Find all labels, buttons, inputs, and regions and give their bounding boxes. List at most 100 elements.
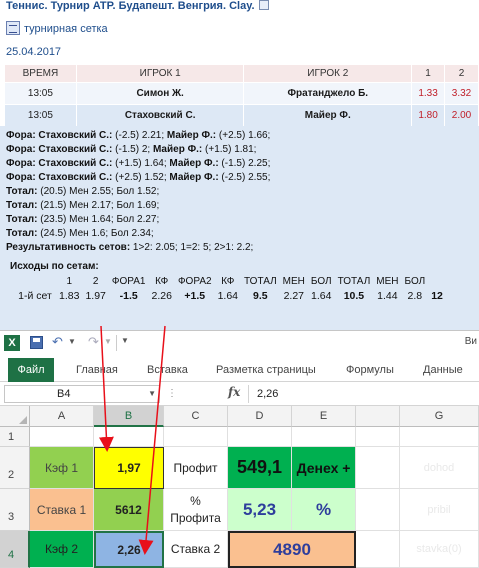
cell-b3[interactable]: 5612 — [94, 489, 164, 531]
undo-dropdown-icon[interactable]: ▼ — [68, 337, 76, 346]
sets-header: КФ — [155, 276, 169, 287]
bet-line: Результативность сетов: 1>2: 2.05; 1=2: … — [6, 241, 479, 255]
sets-cell: 9.5 — [253, 290, 268, 302]
select-all-corner[interactable] — [0, 406, 30, 427]
bet-value: (23.5) Мен 1.64; Бол 2.27; — [37, 214, 160, 225]
sets-cell[interactable]: 2.26 — [149, 289, 175, 303]
sets-cell[interactable]: 1.44 — [373, 289, 401, 303]
cell-e2[interactable]: Денех + — [292, 447, 356, 489]
save-icon[interactable] — [30, 336, 43, 349]
cell-c1[interactable] — [164, 427, 228, 447]
cell-g3[interactable]: pribil — [400, 489, 479, 531]
undo-icon[interactable]: ↶ — [52, 334, 63, 350]
ribbon-tabs: Файл Главная Вставка Разметка страницы Ф… — [0, 354, 479, 382]
row-header-4[interactable]: 4 — [0, 531, 30, 568]
match-odd2[interactable]: 3.32 — [444, 82, 479, 105]
bet-label: Майер Ф.: — [166, 130, 217, 141]
cell-g1[interactable] — [400, 427, 479, 447]
sets-table: 1 2 ФОРА1 КФ ФОРА2 КФ ТОТАЛ МЕН БОЛ ТОТА… — [14, 275, 446, 303]
excel-app-icon[interactable]: X — [4, 335, 20, 351]
row-header-1[interactable]: 1 — [0, 427, 30, 447]
column-header-f[interactable] — [356, 406, 400, 427]
match-row[interactable]: 13:05 Симон Ж. Фратанджело Б. 1.33 3.32 — [4, 82, 479, 105]
cell-f1[interactable] — [356, 427, 400, 447]
match-player2[interactable]: Фратанджело Б. — [243, 82, 413, 105]
sets-header: КФ — [221, 276, 235, 287]
column-header-a[interactable]: A — [30, 406, 94, 427]
column-header-c[interactable]: C — [164, 406, 228, 427]
redo-dropdown-icon[interactable]: ▼ — [104, 337, 112, 346]
external-link-icon[interactable] — [258, 0, 269, 10]
cell-b4[interactable]: 2,26 — [94, 531, 164, 568]
cell-d4[interactable]: 4890 — [228, 531, 356, 568]
sets-header: ТОТАЛ — [244, 276, 277, 287]
sets-cell[interactable]: 2.8 — [402, 289, 429, 303]
cell-d2[interactable]: 549,1 — [228, 447, 292, 489]
sets-cell[interactable]: 1.97 — [82, 289, 108, 303]
cell-a2[interactable]: Кэф 1 — [30, 447, 94, 489]
cell-e1[interactable] — [292, 427, 356, 447]
cell-e3[interactable]: % — [292, 489, 356, 531]
formula-bar-resize-icon[interactable]: ⋮ — [167, 387, 177, 401]
row-header-3[interactable]: 3 — [0, 489, 30, 531]
tab-insert[interactable]: Вставка — [147, 359, 188, 381]
cell-b2[interactable]: 1,97 — [94, 447, 164, 489]
match-odd1[interactable]: 1.33 — [411, 82, 446, 105]
tournament-title-text[interactable]: Теннис. Турнир ATP. Будапешт. Венгрия. C… — [6, 0, 255, 12]
grid-link-label[interactable]: турнирная сетка — [24, 23, 108, 35]
cell-g2[interactable]: dohod — [400, 447, 479, 489]
sets-cell[interactable]: 1.64 — [215, 289, 241, 303]
cell-g4[interactable]: stavka(0) — [400, 531, 479, 568]
cell-b1[interactable] — [94, 427, 164, 447]
name-box[interactable]: B4 ▼ — [4, 385, 160, 403]
cell-c2[interactable]: Профит — [164, 447, 228, 489]
cell-f2[interactable] — [356, 447, 400, 489]
cell-d1[interactable] — [228, 427, 292, 447]
column-header-d[interactable]: D — [228, 406, 292, 427]
column-header-b[interactable]: B — [94, 406, 164, 427]
sets-header: БОЛ — [404, 276, 426, 287]
sets-header: БОЛ — [310, 276, 332, 287]
redo-icon[interactable]: ↷ — [88, 334, 99, 350]
tournament-title[interactable]: Теннис. Турнир ATP. Будапешт. Венгрия. C… — [6, 0, 269, 14]
tab-data[interactable]: Данные — [423, 359, 463, 381]
tab-home[interactable]: Главная — [76, 359, 118, 381]
cell-a4[interactable]: Кэф 2 — [30, 531, 94, 568]
match-odd2[interactable]: 2.00 — [444, 104, 479, 127]
sets-cell[interactable]: 1.83 — [56, 289, 82, 303]
column-header-g[interactable]: G — [400, 406, 479, 427]
customize-toolbar-icon[interactable]: ▼ — [121, 336, 129, 345]
cell-d3[interactable]: 5,23 — [228, 489, 292, 531]
formula-bar: B4 ▼ ⋮ fx 2,26 — [0, 382, 479, 406]
cell-f3[interactable] — [356, 489, 400, 531]
match-player2[interactable]: Майер Ф. — [243, 104, 413, 127]
bet-label: Тотал: — [6, 214, 38, 225]
match-player1[interactable]: Стаховский С. — [75, 104, 245, 127]
column-header-e[interactable]: E — [292, 406, 356, 427]
bets-panel: Фора: Стаховский С.: (-2.5) 2.21; Майер … — [0, 126, 479, 330]
match-odd1[interactable]: 1.80 — [411, 104, 446, 127]
col-header-player2: ИГРОК 2 — [243, 64, 413, 83]
sets-header: 2 — [92, 276, 99, 287]
tab-file[interactable]: Файл — [8, 358, 54, 382]
cell-a3[interactable]: Ставка 1 — [30, 489, 94, 531]
tab-formulas[interactable]: Формулы — [346, 359, 394, 381]
name-box-dropdown-icon[interactable]: ▼ — [148, 386, 156, 402]
row-header-2[interactable]: 2 — [0, 447, 30, 489]
name-box-value[interactable]: B4 — [57, 388, 70, 400]
tournament-grid-link[interactable]: турнирная сетка — [6, 20, 108, 38]
insert-function-icon[interactable]: fx — [228, 385, 240, 399]
formula-input[interactable]: 2,26 — [248, 385, 479, 403]
sets-cell[interactable]: 2.27 — [280, 289, 308, 303]
bet-label: Тотал: — [6, 200, 38, 211]
tab-page-layout[interactable]: Разметка страницы — [216, 359, 316, 381]
sets-cell[interactable]: 1.64 — [308, 289, 335, 303]
cell-a1[interactable] — [30, 427, 94, 447]
match-player1[interactable]: Симон Ж. — [75, 82, 245, 105]
cell-f4[interactable] — [356, 531, 400, 568]
sets-outcomes-title: Исходы по сетам: — [10, 261, 99, 272]
window-title-fragment: Ви — [464, 336, 477, 347]
match-row[interactable]: 13:05 Стаховский С. Майер Ф. 1.80 2.00 — [4, 104, 479, 127]
cell-c4[interactable]: Ставка 2 — [164, 531, 228, 568]
cell-c3[interactable]: % Профита — [164, 489, 228, 531]
